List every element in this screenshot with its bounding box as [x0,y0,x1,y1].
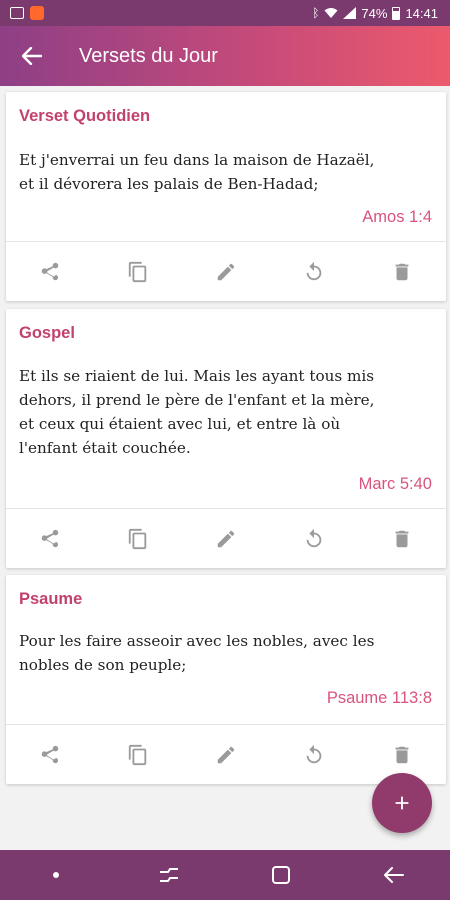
edit-icon [217,263,235,281]
edit-button[interactable] [182,242,270,302]
edit-icon [217,530,235,548]
home-button[interactable] [225,850,338,900]
card-title: Verset Quotidien [19,107,151,125]
clock: 14:41 [405,5,438,21]
copy-button[interactable] [94,725,182,785]
nav-dot-button[interactable] [0,850,113,900]
card-actions [6,242,446,302]
verse-line: l'enfant était couchée. [19,439,191,457]
back-button[interactable] [0,26,64,86]
verse-line: Et ils se riaient de lui. Mais les ayant… [19,367,375,385]
edit-button[interactable] [182,725,270,785]
copy-button[interactable] [94,242,182,302]
refresh-button[interactable] [270,242,358,302]
refresh-icon [306,744,322,764]
share-icon [41,745,59,764]
delete-button[interactable] [358,242,446,302]
verse-card-psalm: Psaume Pour les faire asseoir avec les n… [6,575,446,784]
dot-icon [53,872,60,878]
wifi-icon [324,8,338,18]
copy-icon [128,261,147,283]
home-icon [272,866,291,884]
delete-icon [395,530,409,548]
delete-icon [395,263,409,281]
system-nav-bar [0,850,450,900]
refresh-icon [306,261,322,281]
verse-line: Pour les faire asseoir avec les nobles, … [19,632,375,650]
card-actions [6,725,446,785]
share-button[interactable] [6,725,94,785]
verse-line: dehors, il prend le père de l'enfant et … [19,391,375,409]
arrow-back-icon [22,47,42,65]
battery-icon [392,6,401,20]
copy-icon [128,744,147,766]
verse-line: et il dévorera les palais de Ben-Hadad; [19,175,319,193]
status-indicators: ᛒ 74% 14:41 [312,6,438,21]
add-verse-button[interactable] [372,773,432,833]
share-icon [41,529,59,548]
app-notification-icon [30,6,44,20]
recent-apps-button[interactable] [113,850,226,900]
battery-percent: 74% [361,5,388,21]
gallery-notification-icon [10,7,24,19]
verse-text: Et j'enverrai un feu dans la maison de H… [19,148,432,196]
card-title: Psaume [19,590,83,608]
status-bar: ᛒ 74% 14:41 [0,0,450,26]
signal-icon [343,7,357,19]
verse-line: Et j'enverrai un feu dans la maison de H… [19,151,375,169]
verse-text: Et ils se riaient de lui. Mais les ayant… [19,364,432,460]
verse-reference: Amos 1:4 [362,208,432,226]
share-icon [41,262,59,281]
verse-reference: Psaume 113:8 [326,689,432,707]
verse-line: nobles de son peuple; [19,656,187,674]
verse-card-gospel: Gospel Et ils se riaient de lui. Mais le… [6,309,446,568]
delete-icon [395,746,409,764]
share-button[interactable] [6,242,94,302]
refresh-button[interactable] [270,509,358,569]
refresh-icon [306,528,322,548]
plus-icon [395,796,409,810]
card-actions [6,509,446,569]
nav-back-icon [383,867,404,883]
delete-button[interactable] [358,509,446,569]
bluetooth-icon: ᛒ [312,6,320,20]
recent-apps-icon [159,868,178,882]
share-button[interactable] [6,509,94,569]
refresh-button[interactable] [270,725,358,785]
edit-icon [217,746,235,764]
verse-reference: Marc 5:40 [358,475,432,493]
verse-line: et ceux qui étaient avec lui, et entre l… [19,415,341,433]
app-bar: Versets du Jour [0,26,450,86]
page-title: Versets du Jour [79,44,218,67]
copy-button[interactable] [94,509,182,569]
status-notifications [10,6,44,20]
copy-icon [128,528,147,550]
edit-button[interactable] [182,509,270,569]
nav-back-button[interactable] [338,850,450,900]
verse-text: Pour les faire asseoir avec les nobles, … [19,629,432,677]
card-title: Gospel [19,324,75,342]
verse-card-daily: Verset Quotidien Et j'enverrai un feu da… [6,92,446,301]
